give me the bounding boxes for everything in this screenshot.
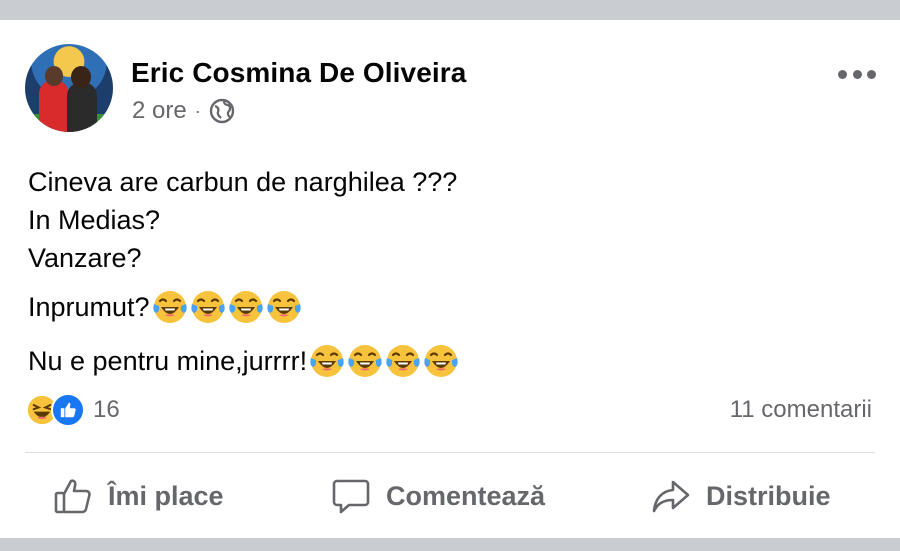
like-button[interactable]: Îmi place [52,475,224,517]
post-line: Cineva are carbun de narghilea ??? [28,167,458,197]
like-label: Îmi place [108,480,224,511]
comment-button[interactable]: Comentează [330,475,545,517]
tears-of-joy-emoji-icon [423,343,459,379]
comment-label: Comentează [386,480,546,511]
post-line: Vanzare? [28,243,142,273]
globe-icon [209,98,235,124]
tears-of-joy-emoji-icon [228,289,264,325]
share-arrow-icon [650,475,692,517]
post-card: Eric Cosmina De Oliveira 2 ore · Cineva … [0,20,900,538]
reactions-summary[interactable]: 16 [25,393,120,427]
divider [25,452,875,453]
post-line: Nu e pentru mine,jurrrr! [28,343,459,379]
thumbs-up-icon [52,475,94,517]
meta-separator: · [194,100,201,121]
tears-of-joy-emoji-icon [152,289,188,325]
comments-count-link[interactable]: 11 comentarii [730,396,872,424]
comment-bubble-icon [330,475,372,517]
like-reaction-icon [51,393,85,427]
avatar[interactable] [25,44,113,132]
post-line: In Medias? [28,205,161,235]
emoji-row [307,343,459,379]
tears-of-joy-emoji-icon [347,343,383,379]
share-label: Distribuie [706,480,831,511]
post-meta: 2 ore · [132,97,235,125]
author-name[interactable]: Eric Cosmina De Oliveira [131,57,466,89]
share-button[interactable]: Distribuie [650,475,831,517]
more-options-icon[interactable] [838,68,876,80]
reaction-count: 16 [93,396,120,423]
tears-of-joy-emoji-icon [385,343,421,379]
emoji-row [150,289,302,325]
tears-of-joy-emoji-icon [266,289,302,325]
tears-of-joy-emoji-icon [309,343,345,379]
post-line: Inprumut? [28,289,302,325]
tears-of-joy-emoji-icon [190,289,226,325]
post-time[interactable]: 2 ore [132,97,187,125]
